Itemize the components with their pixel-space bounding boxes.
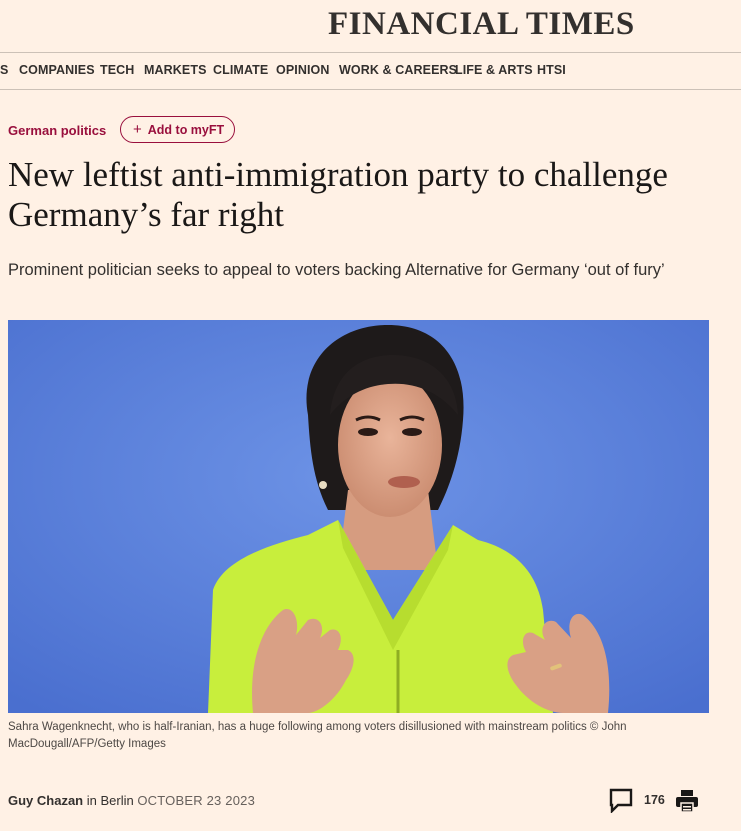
- add-to-myft-button[interactable]: + Add to myFT: [120, 116, 235, 143]
- article-main-image: [8, 320, 709, 713]
- comment-count[interactable]: 176: [644, 793, 665, 807]
- byline: Guy Chazan in Berlin OCTOBER 23 2023: [8, 793, 255, 808]
- article-standfirst: Prominent politician seeks to appeal to …: [8, 261, 665, 279]
- nav-item-partial[interactable]: S: [0, 63, 8, 77]
- nav-item-tech[interactable]: TECH: [100, 63, 134, 77]
- article-headline: New leftist anti-immigration party to ch…: [8, 155, 668, 234]
- author-link[interactable]: Guy Chazan: [8, 793, 83, 808]
- add-to-myft-label: Add to myFT: [147, 122, 225, 137]
- plus-icon: +: [133, 121, 142, 138]
- nav-item-htsi[interactable]: HTSI: [537, 63, 566, 77]
- image-caption: Sahra Wagenknecht, who is half-Iranian, …: [8, 721, 627, 750]
- nav-item-work-careers[interactable]: WORK & CAREERS: [339, 63, 457, 77]
- portrait-photo: [8, 320, 709, 713]
- byline-location: Berlin: [100, 793, 134, 808]
- publish-date: OCTOBER 23 2023: [137, 793, 255, 808]
- article-actions: 176: [608, 787, 708, 815]
- nav-item-companies[interactable]: COMPANIES: [19, 63, 95, 77]
- topic-link[interactable]: German politics: [8, 123, 106, 138]
- speech-bubble-icon[interactable]: [608, 787, 634, 813]
- byline-in: in: [83, 793, 101, 808]
- nav-item-opinion[interactable]: OPINION: [276, 63, 329, 77]
- section-nav: S COMPANIES TECH MARKETS CLIMATE OPINION…: [0, 53, 741, 90]
- printer-icon[interactable]: [674, 788, 700, 814]
- nav-item-markets[interactable]: MARKETS: [144, 63, 207, 77]
- masthead: FINANCIAL TIMES: [0, 0, 741, 53]
- nav-item-life-arts[interactable]: LIFE & ARTS: [455, 63, 533, 77]
- nav-item-climate[interactable]: CLIMATE: [213, 63, 268, 77]
- ft-logo[interactable]: FINANCIAL TIMES: [328, 6, 635, 43]
